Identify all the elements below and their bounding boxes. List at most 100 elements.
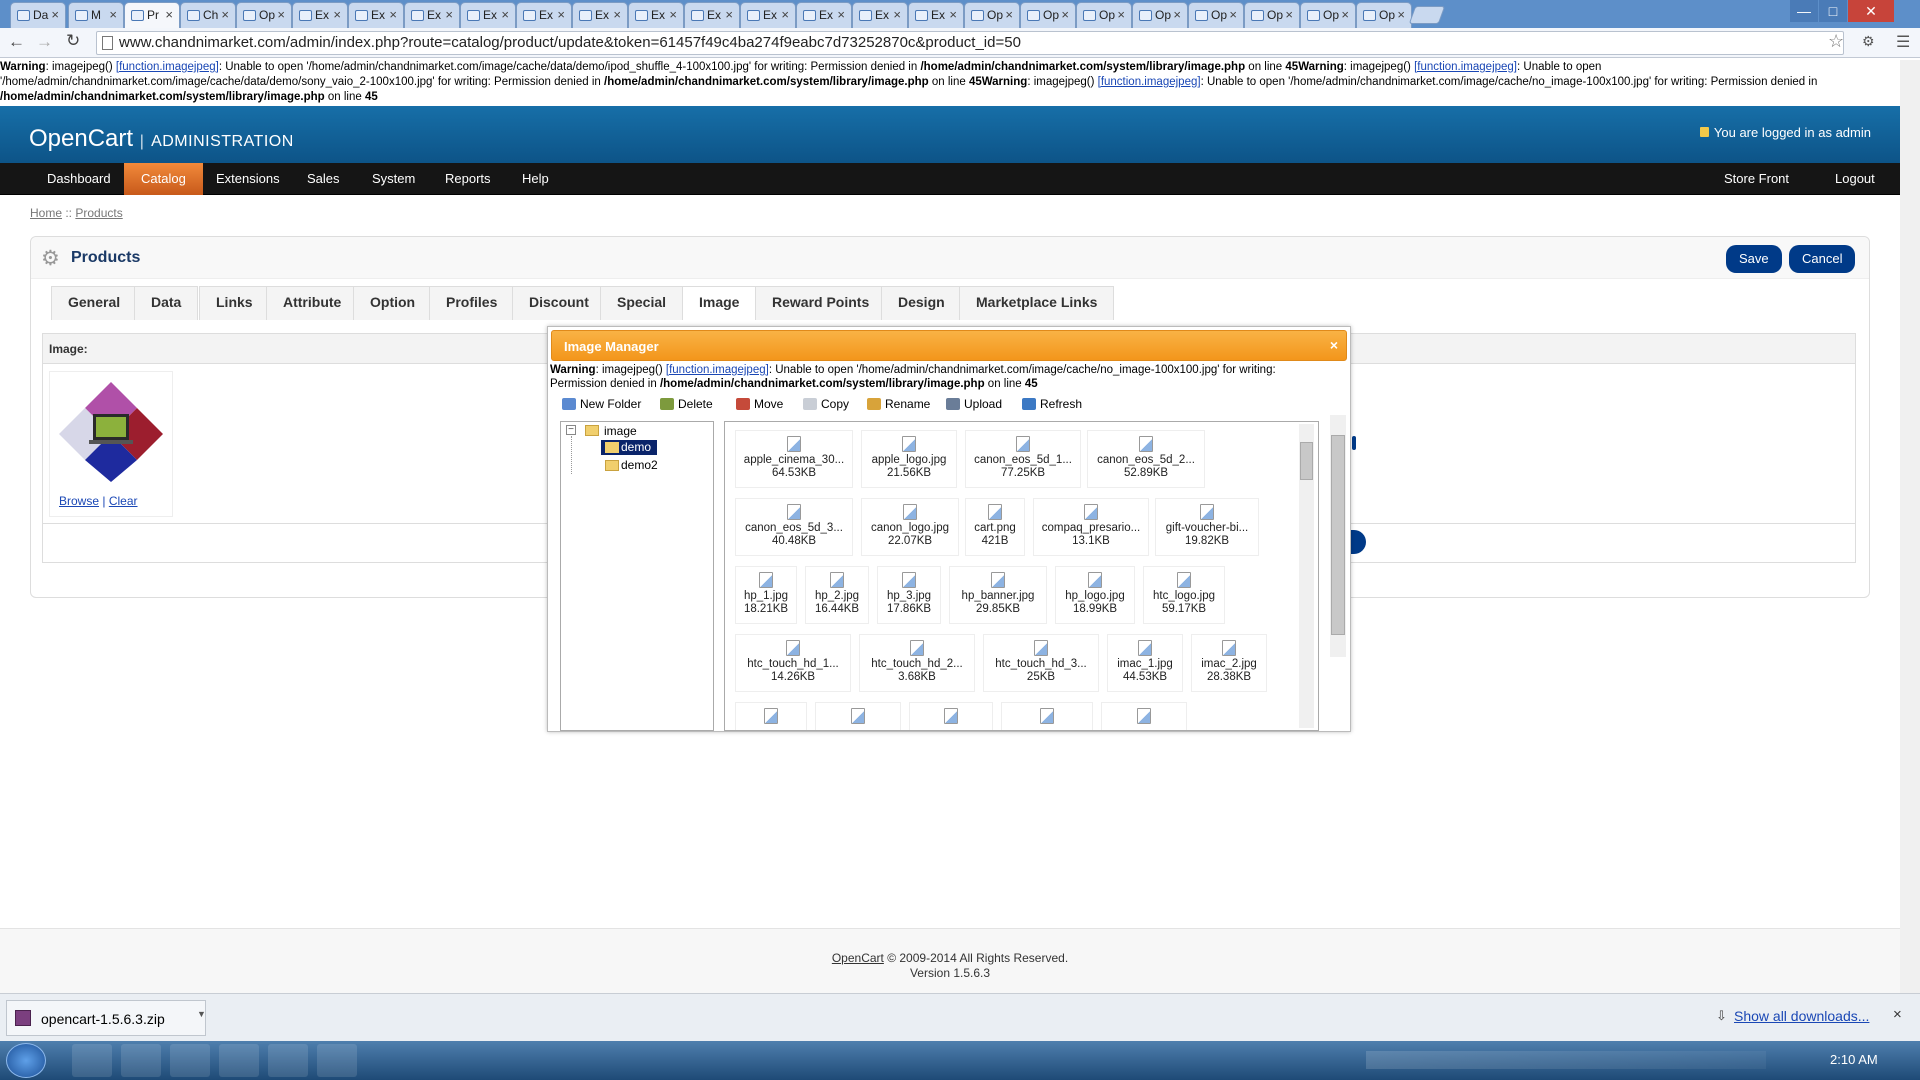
extension-icon[interactable]: ⚙ bbox=[1862, 33, 1875, 50]
close-tab-icon[interactable]: × bbox=[949, 7, 957, 22]
browser-tab[interactable]: Ex × bbox=[572, 2, 628, 28]
upload-button[interactable]: Upload bbox=[946, 397, 1002, 411]
file-item[interactable]: gift-voucher-bi... 19.82KB bbox=[1155, 498, 1259, 556]
browser-tab[interactable]: Op × bbox=[236, 2, 292, 28]
back-icon[interactable]: ← bbox=[8, 32, 25, 52]
browser-tab[interactable]: Pr × bbox=[124, 2, 180, 28]
menu-system[interactable]: System bbox=[355, 163, 432, 195]
browser-tab[interactable]: Op × bbox=[1188, 2, 1244, 28]
file-item[interactable] bbox=[735, 702, 807, 730]
close-tab-icon[interactable]: × bbox=[221, 7, 229, 22]
close-tab-icon[interactable]: × bbox=[1397, 7, 1405, 22]
tab-special[interactable]: Special bbox=[600, 286, 684, 320]
browser-tab[interactable]: Ex × bbox=[852, 2, 908, 28]
browser-tab[interactable]: Ex × bbox=[404, 2, 460, 28]
close-tab-icon[interactable]: × bbox=[725, 7, 733, 22]
clear-link[interactable]: Clear bbox=[109, 494, 138, 508]
close-window-button[interactable]: ✕ bbox=[1848, 0, 1894, 22]
tray-icons[interactable] bbox=[1366, 1051, 1766, 1069]
file-item[interactable]: htc_logo.jpg 59.17KB bbox=[1143, 566, 1225, 624]
browser-tab[interactable]: Ex × bbox=[628, 2, 684, 28]
file-item[interactable]: canon_eos_5d_2... 52.89KB bbox=[1087, 430, 1205, 488]
tree-root-image[interactable]: image bbox=[604, 424, 637, 438]
close-tab-icon[interactable]: × bbox=[165, 7, 173, 22]
close-tab-icon[interactable]: × bbox=[893, 7, 901, 22]
tab-discount[interactable]: Discount bbox=[512, 286, 606, 320]
file-item[interactable]: compaq_presario... 13.1KB bbox=[1033, 498, 1149, 556]
skype-icon[interactable] bbox=[170, 1044, 210, 1077]
bookmark-star-icon[interactable]: ☆ bbox=[1828, 31, 1844, 52]
file-item[interactable] bbox=[1001, 702, 1093, 730]
file-item[interactable]: hp_banner.jpg 29.85KB bbox=[949, 566, 1047, 624]
browser-tab[interactable]: Op × bbox=[1356, 2, 1412, 28]
browser-tab[interactable]: Op × bbox=[1300, 2, 1356, 28]
warning-link[interactable]: [function.imagejpeg] bbox=[116, 61, 219, 73]
chevron-down-icon[interactable]: ▼ bbox=[197, 1009, 206, 1019]
browse-link[interactable]: Browse bbox=[59, 494, 99, 508]
close-tab-icon[interactable]: × bbox=[389, 7, 397, 22]
warning-link[interactable]: [function.imagejpeg] bbox=[1098, 76, 1201, 88]
close-tab-icon[interactable]: × bbox=[1117, 7, 1125, 22]
show-all-downloads-link[interactable]: Show all downloads... bbox=[1734, 1008, 1869, 1024]
forward-icon[interactable]: → bbox=[36, 32, 53, 52]
breadcrumb-products[interactable]: Products bbox=[75, 206, 122, 220]
browser-tab[interactable]: Ex × bbox=[684, 2, 740, 28]
close-tab-icon[interactable]: × bbox=[1173, 7, 1181, 22]
menu-logout[interactable]: Logout bbox=[1818, 163, 1892, 195]
browser-tab[interactable]: Op × bbox=[1244, 2, 1300, 28]
close-tab-icon[interactable]: × bbox=[1285, 7, 1293, 22]
close-tab-icon[interactable]: × bbox=[445, 7, 453, 22]
file-item[interactable] bbox=[1101, 702, 1187, 730]
close-tab-icon[interactable]: × bbox=[781, 7, 789, 22]
file-item[interactable]: htc_touch_hd_1... 14.26KB bbox=[735, 634, 851, 692]
file-item[interactable] bbox=[815, 702, 901, 730]
tab-design[interactable]: Design bbox=[881, 286, 962, 320]
delete-button[interactable]: Delete bbox=[660, 397, 713, 411]
browser-tab[interactable]: Op × bbox=[1020, 2, 1076, 28]
menu-help[interactable]: Help bbox=[505, 163, 566, 195]
tab-reward-points[interactable]: Reward Points bbox=[755, 286, 887, 320]
warning-link[interactable]: [function.imagejpeg] bbox=[1414, 61, 1517, 73]
close-tab-icon[interactable]: × bbox=[501, 7, 509, 22]
browser-tab[interactable]: Op × bbox=[964, 2, 1020, 28]
dialog-scrollbar[interactable] bbox=[1330, 415, 1346, 657]
close-tab-icon[interactable]: × bbox=[1229, 7, 1237, 22]
browser-tab[interactable]: Ex × bbox=[796, 2, 852, 28]
warning-link[interactable]: [function.imagejpeg] bbox=[666, 364, 769, 376]
maximize-button[interactable]: □ bbox=[1819, 0, 1847, 22]
tab-option[interactable]: Option bbox=[353, 286, 433, 320]
file-item[interactable]: apple_logo.jpg 21.56KB bbox=[861, 430, 957, 488]
tab-profiles[interactable]: Profiles bbox=[429, 286, 515, 320]
browser-tab[interactable]: Da × bbox=[10, 2, 66, 28]
browser-tab[interactable]: Op × bbox=[1076, 2, 1132, 28]
file-item[interactable]: canon_eos_5d_1... 77.25KB bbox=[965, 430, 1081, 488]
close-tab-icon[interactable]: × bbox=[109, 7, 117, 22]
file-item[interactable]: imac_2.jpg 28.38KB bbox=[1191, 634, 1267, 692]
scroll-thumb[interactable] bbox=[1300, 442, 1313, 480]
browser-tab[interactable]: Ex × bbox=[740, 2, 796, 28]
close-tab-icon[interactable]: × bbox=[333, 7, 341, 22]
save-button[interactable]: Save bbox=[1726, 245, 1782, 273]
photoshop-icon[interactable] bbox=[317, 1044, 357, 1077]
tab-marketplace-links[interactable]: Marketplace Links bbox=[959, 286, 1115, 320]
tab-image[interactable]: Image bbox=[682, 286, 757, 320]
file-item[interactable]: hp_logo.jpg 18.99KB bbox=[1055, 566, 1135, 624]
close-tab-icon[interactable]: × bbox=[613, 7, 621, 22]
file-list-scrollbar[interactable] bbox=[1299, 424, 1314, 728]
close-tab-icon[interactable]: × bbox=[277, 7, 285, 22]
opencart-logo[interactable]: OpenCart | ADMINISTRATION bbox=[29, 125, 294, 153]
move-button[interactable]: Move bbox=[736, 397, 783, 411]
file-item[interactable]: imac_1.jpg 44.53KB bbox=[1107, 634, 1183, 692]
rename-button[interactable]: Rename bbox=[867, 397, 930, 411]
file-item[interactable]: canon_eos_5d_3... 40.48KB bbox=[735, 498, 853, 556]
close-tab-icon[interactable]: × bbox=[669, 7, 677, 22]
browser-tab[interactable]: Ex × bbox=[292, 2, 348, 28]
chrome-icon[interactable] bbox=[72, 1044, 112, 1077]
chrome-menu-icon[interactable]: ☰ bbox=[1896, 32, 1910, 52]
product-image-thumbnail[interactable] bbox=[59, 378, 163, 482]
file-item[interactable]: hp_2.jpg 16.44KB bbox=[805, 566, 869, 624]
address-bar[interactable]: www.chandnimarket.com/admin/index.php?ro… bbox=[96, 31, 1844, 55]
close-tab-icon[interactable]: × bbox=[1005, 7, 1013, 22]
browser-tab[interactable]: Ch × bbox=[180, 2, 236, 28]
address-bar-url[interactable]: www.chandnimarket.com/admin/index.php?ro… bbox=[119, 34, 1021, 51]
